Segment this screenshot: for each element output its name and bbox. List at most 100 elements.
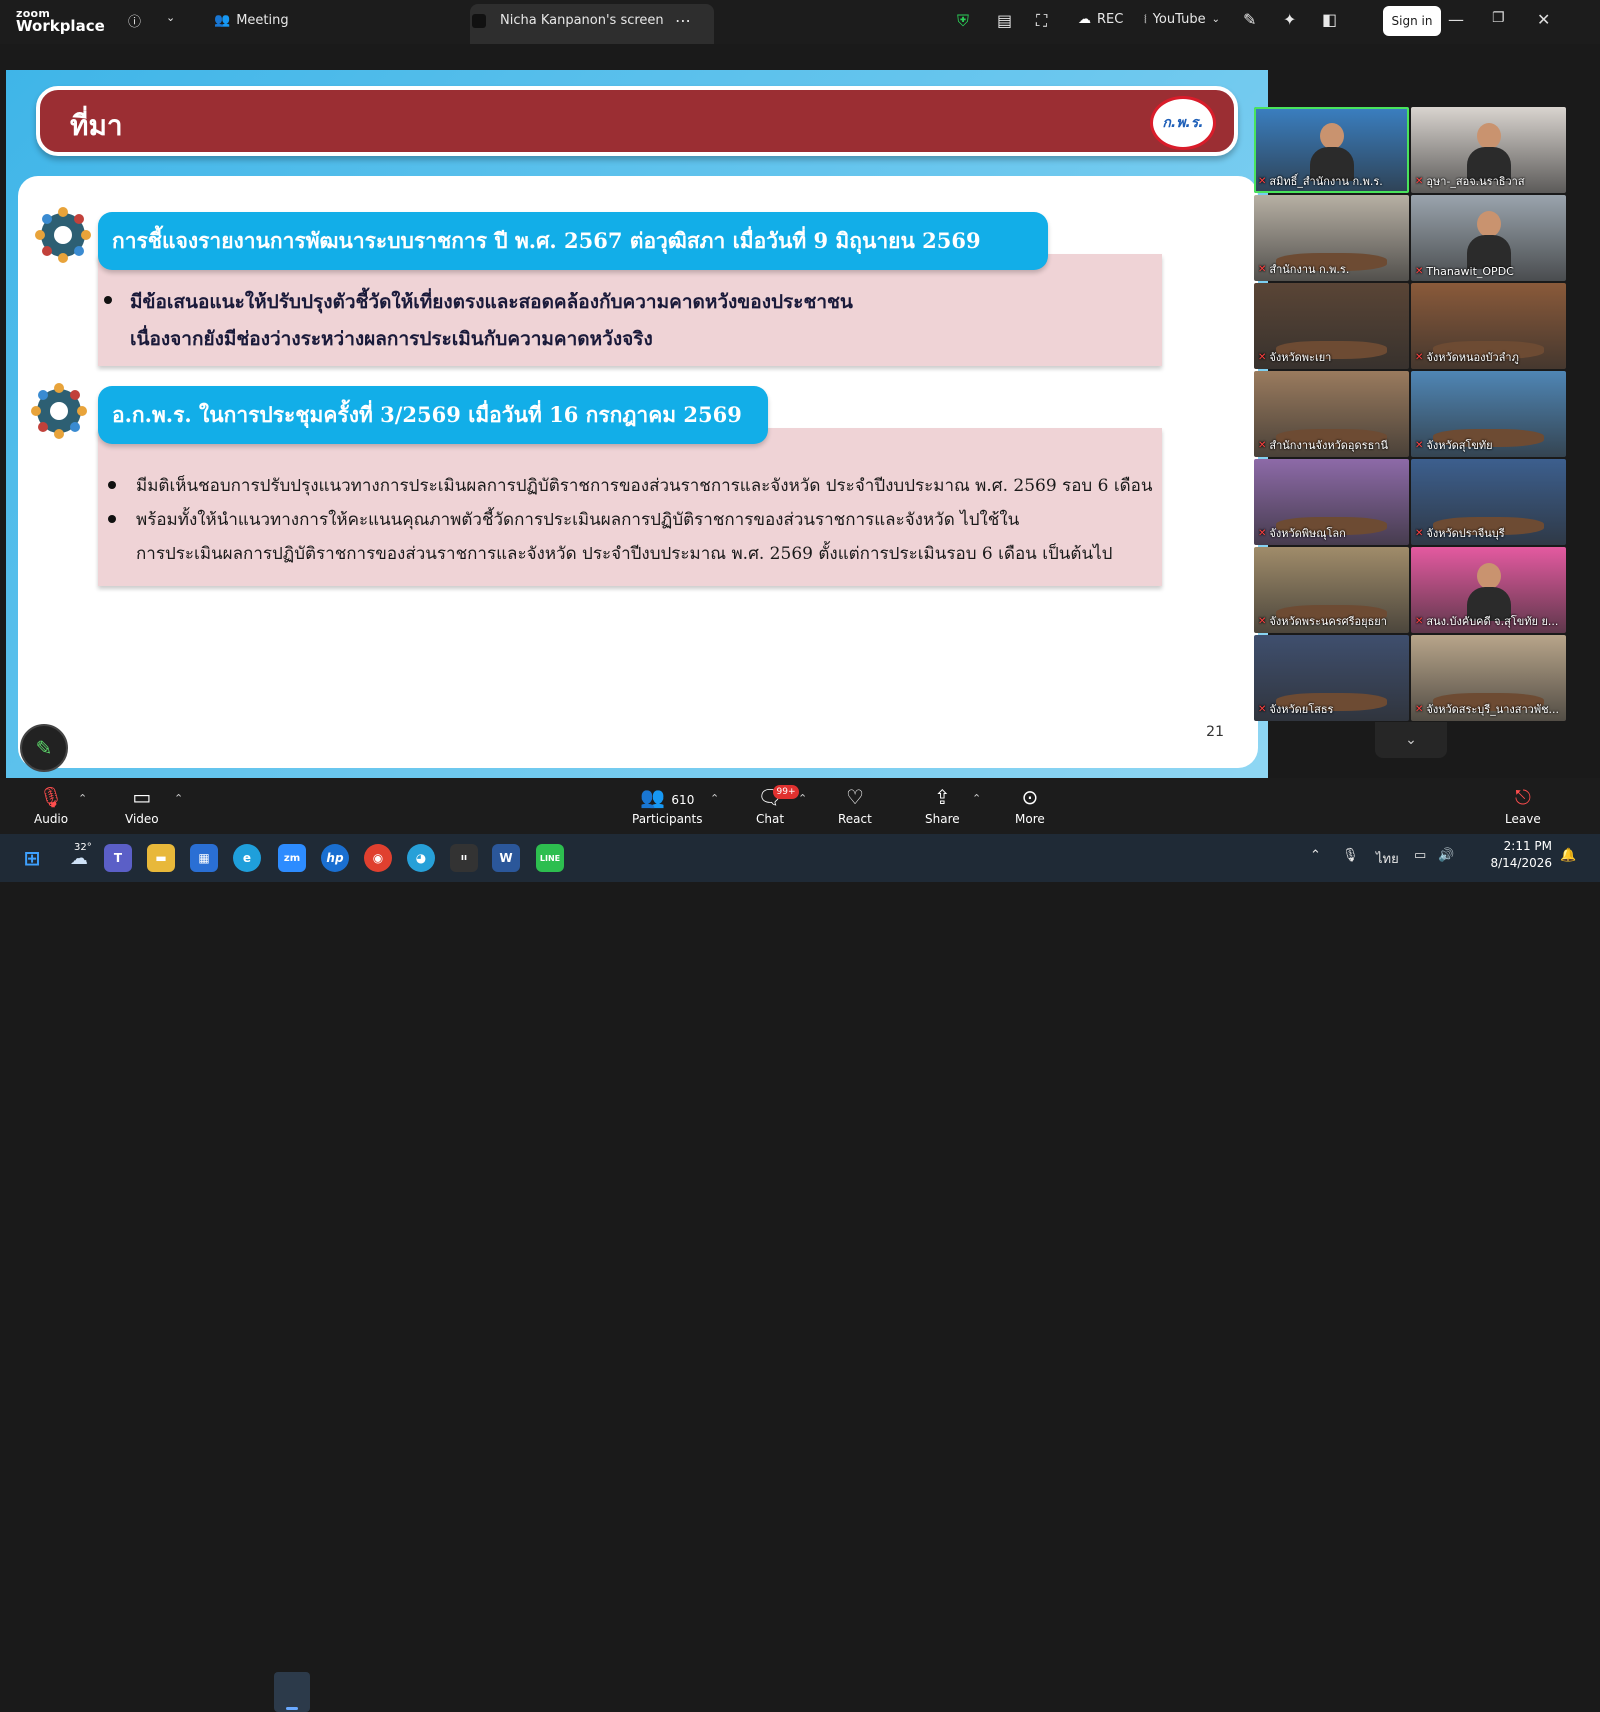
gallery-scroll-down-button[interactable]: ⌄ (1375, 722, 1447, 758)
participant-name: จังหวัดยโสธร (1269, 703, 1334, 716)
react-button[interactable]: ♡ React (838, 786, 872, 826)
muted-mic-icon: ✕ (1415, 703, 1424, 715)
participant-video-tile[interactable]: ✕ Thanawit_OPDC (1411, 195, 1566, 281)
participant-video-tile[interactable]: ✕ จังหวัดปราจีนบุรี (1411, 459, 1566, 545)
camera-icon: ▭ (132, 785, 152, 809)
sign-in-button[interactable]: Sign in (1383, 6, 1441, 36)
participant-video-tile[interactable]: ✕ จังหวัดสุโขทัย (1411, 371, 1566, 457)
react-label: React (838, 812, 872, 826)
close-icon[interactable]: ✕ (1537, 10, 1550, 29)
ai-companion-icon[interactable]: ✦ (1283, 10, 1296, 29)
participants-button[interactable]: 👥 610 Participants (632, 786, 703, 826)
view-layout-icon[interactable]: ◧ (1322, 10, 1337, 29)
browser-app-icon[interactable]: ◕ (407, 844, 435, 872)
participant-video-tile[interactable]: ✕ จังหวัดพะเยา (1254, 283, 1409, 369)
participant-name: จังหวัดพะเยา (1269, 351, 1332, 364)
share-label: Share (925, 812, 960, 826)
audio-label: Audio (34, 812, 69, 826)
participant-name-tag: ✕ สำนักงาน ก.พ.ร. (1258, 260, 1406, 278)
participant-video-tile[interactable]: ✕ จังหวัดสระบุรี_นางสาวพัช... (1411, 635, 1566, 721)
restore-icon[interactable]: ❐ (1492, 10, 1505, 26)
system-clock[interactable]: 2:11 PM 8/14/2026 (1462, 838, 1552, 872)
layout-icon[interactable]: ⛶ (1036, 11, 1047, 31)
audio-options-caret[interactable]: ⌃ (78, 792, 87, 805)
active-app-indicator (274, 1672, 310, 1712)
meeting-info-icon[interactable]: ⓘ (128, 11, 141, 30)
minimize-icon[interactable]: — (1448, 10, 1464, 29)
volume-icon[interactable]: 🔊 (1438, 848, 1454, 863)
input-language[interactable]: ไทย (1376, 848, 1399, 869)
participant-video-tile[interactable]: ✕ สมิทธิ์_สำนักงาน ก.พ.ร. (1254, 107, 1409, 193)
video-button[interactable]: ▭ Video (125, 786, 159, 826)
chevron-down-icon: ⌄ (1211, 14, 1220, 25)
teams-app-icon[interactable]: T (104, 844, 132, 872)
zoom-app-icon[interactable]: zm (278, 844, 306, 872)
chat-options-caret[interactable]: ⌃ (798, 792, 807, 805)
team-gear-icon (35, 207, 91, 263)
participant-video-tile[interactable]: ✕ สนง.บังคับคดี จ.สุโขทัย ย... (1411, 547, 1566, 633)
app-icon[interactable]: ıı (450, 844, 478, 872)
chrome-browser-icon[interactable]: ◉ (364, 844, 392, 872)
participant-video-tile[interactable]: ✕ สำนักงาน ก.พ.ร. (1254, 195, 1409, 281)
participant-name: อุษา-_สอจ.นราธิวาส (1426, 175, 1525, 188)
muted-mic-icon: ✕ (1258, 351, 1267, 363)
shield-icon[interactable]: ⛨ (957, 11, 969, 31)
edge-browser-icon[interactable]: e (233, 844, 261, 872)
muted-mic-icon: ✕ (1258, 527, 1267, 539)
participant-video-tile[interactable]: ✕ จังหวัดพระนครศรีอยุธยา (1254, 547, 1409, 633)
participant-video-tile[interactable]: ✕ จังหวัดพิษณุโลก (1254, 459, 1409, 545)
chevron-down-icon[interactable]: ⌄ (166, 11, 175, 24)
live-stream-button[interactable]: ⧙ YouTube ⌄ (1144, 12, 1220, 27)
leave-button[interactable]: ⎋ Leave (1505, 786, 1541, 826)
muted-mic-icon: ✕ (1258, 175, 1267, 187)
participant-video-tile[interactable]: ✕ จังหวัดยโสธร (1254, 635, 1409, 721)
network-icon[interactable]: ▭ (1414, 848, 1426, 863)
participant-name: สำนักงานจังหวัดอุดรธานี (1269, 439, 1388, 452)
participant-video-tile[interactable]: ✕ จังหวัดหนองบัวลำภู (1411, 283, 1566, 369)
stream-label: YouTube (1152, 12, 1206, 27)
store-icon[interactable]: ▦ (190, 844, 218, 872)
slide-header-bar: ที่มา ก.พ.ร. (36, 86, 1238, 156)
more-dots-icon: ⊙ (1021, 785, 1039, 809)
bullet-dot (104, 296, 112, 304)
topic2-line-3: การประเมินผลการปฏิบัติราชการของส่วนราชกา… (136, 544, 1113, 564)
topic1-heading: การชี้แจงรายงานการพัฒนาระบบราชการ ปี พ.ศ… (98, 212, 1048, 270)
notification-bell-icon[interactable]: 🔔 (1560, 848, 1576, 863)
participant-name: Thanawit_OPDC (1426, 265, 1514, 278)
annotation-pen-button[interactable]: ✎ (20, 724, 68, 772)
record-button[interactable]: ☁ REC (1078, 12, 1123, 27)
shared-screen: ที่มา ก.พ.ร. การชี้แจงรายงานการพัฒนาระบบ… (6, 70, 1268, 778)
video-options-caret[interactable]: ⌃ (174, 792, 183, 805)
share-button[interactable]: ⇪ Share (925, 786, 960, 826)
hp-app-icon[interactable]: hp (321, 844, 349, 872)
participant-name-tag: ✕ จังหวัดพระนครศรีอยุธยา (1258, 612, 1406, 630)
windows-start-icon[interactable]: ⊞ (18, 844, 46, 872)
share-options-caret[interactable]: ⌃ (972, 792, 981, 805)
participant-name: สำนักงาน ก.พ.ร. (1269, 263, 1350, 276)
participant-silhouette (1466, 211, 1511, 269)
video-gallery: ✕ สมิทธิ์_สำนักงาน ก.พ.ร. ✕ อุษา-_สอจ.นราธิ… (1254, 107, 1568, 723)
muted-mic-icon: ✕ (1415, 175, 1424, 187)
participant-name: จังหวัดปราจีนบุรี (1426, 527, 1505, 540)
participant-name-tag: ✕ จังหวัดปราจีนบุรี (1415, 524, 1563, 542)
line-app-icon[interactable]: LINE (536, 844, 564, 872)
tray-expand-icon[interactable]: ⌃ (1310, 848, 1321, 863)
notes-icon[interactable]: ▤ (997, 11, 1012, 30)
participant-video-tile[interactable]: ✕ สำนักงานจังหวัดอุดรธานี (1254, 371, 1409, 457)
participant-name-tag: ✕ จังหวัดสระบุรี_นางสาวพัช... (1415, 700, 1563, 718)
weather-temperature: 32° (74, 842, 92, 853)
meeting-tab[interactable]: 👥 Meeting (214, 13, 289, 28)
word-app-icon[interactable]: W (492, 844, 520, 872)
pencil-icon: ✎ (35, 736, 53, 760)
participant-video-tile[interactable]: ✕ อุษา-_สอจ.นราธิวาส (1411, 107, 1566, 193)
logo-line-2: Workplace (16, 17, 105, 35)
clock-time: 2:11 PM (1503, 839, 1552, 853)
tray-mic-icon[interactable]: 🎙 (1342, 848, 1359, 863)
more-options-icon[interactable]: ⋯ (675, 11, 691, 30)
audio-button[interactable]: 🎙 Audio (34, 786, 68, 826)
chevron-down-icon: ⌄ (1405, 732, 1417, 748)
participants-options-caret[interactable]: ⌃ (710, 792, 719, 805)
annotate-icon[interactable]: ✎ (1243, 10, 1256, 29)
file-explorer-icon[interactable]: ▬ (147, 844, 175, 872)
more-button[interactable]: ⊙ More (1015, 786, 1045, 826)
